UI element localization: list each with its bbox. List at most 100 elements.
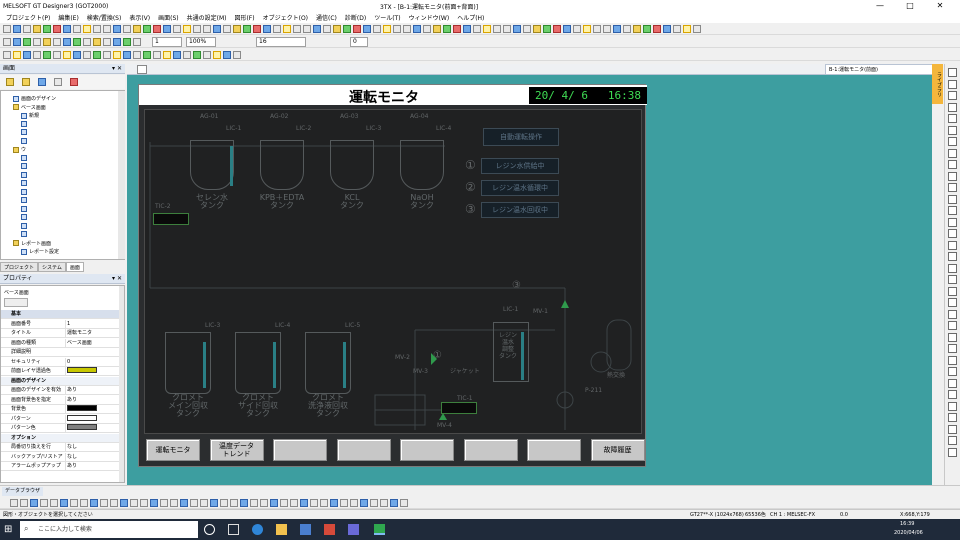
menu-item[interactable]: ツール(T) [370, 13, 404, 22]
toolbar-button-icon[interactable] [290, 499, 298, 507]
toolbar-button-icon[interactable] [83, 25, 91, 33]
toolbar-button-icon[interactable] [83, 38, 91, 46]
toolbar-button-icon[interactable] [473, 25, 481, 33]
left-panel-tab[interactable]: 画面 [65, 262, 84, 272]
toolbar-button-icon[interactable] [533, 25, 541, 33]
toolbar-button-icon[interactable] [163, 51, 171, 59]
toolbar-button-icon[interactable] [173, 25, 181, 33]
toolbar-button-icon[interactable] [13, 38, 21, 46]
toolbar-button-icon[interactable] [323, 25, 331, 33]
toolbar-button-icon[interactable] [683, 25, 691, 33]
toolbar-button-icon[interactable] [93, 38, 101, 46]
toolbar-button-icon[interactable] [370, 499, 378, 507]
maximize-button[interactable]: □ [900, 0, 920, 12]
toolbar-button-icon[interactable] [243, 25, 251, 33]
toolbar-button-icon[interactable] [313, 25, 321, 33]
figure-tool-icon[interactable] [948, 206, 957, 215]
toolbar-button-icon[interactable] [63, 38, 71, 46]
delete-screen-icon[interactable] [70, 78, 78, 86]
property-value[interactable]: 1 [65, 319, 119, 328]
property-value[interactable] [65, 367, 119, 376]
figure-tool-icon[interactable] [948, 355, 957, 365]
toolbar-button-icon[interactable] [93, 25, 101, 33]
menu-item[interactable]: 診断(D) [341, 13, 370, 22]
tree-item[interactable] [21, 120, 29, 127]
toolbar-button-icon[interactable] [40, 499, 48, 507]
figure-tool-icon[interactable] [948, 344, 957, 353]
menu-item[interactable]: 編集(E) [54, 13, 82, 22]
figure-tool-icon[interactable] [948, 137, 957, 146]
figure-tool-icon[interactable] [948, 79, 957, 89]
figure-tool-icon[interactable] [948, 401, 957, 411]
toolbar-button-icon[interactable] [340, 499, 348, 507]
tree-scrollbar[interactable] [118, 91, 125, 259]
property-value[interactable]: 運転モニタ [65, 329, 119, 337]
hmi-nav-button[interactable] [273, 439, 327, 461]
toolbar-button-icon[interactable] [143, 25, 151, 33]
property-row[interactable]: 画面背景色を指定 あり [1, 395, 119, 405]
figure-tool-icon[interactable] [948, 240, 957, 250]
toolbar-button-icon[interactable] [593, 25, 601, 33]
storage-tank[interactable] [190, 140, 234, 190]
property-value[interactable]: なし [65, 452, 119, 461]
toolbar-button-icon[interactable] [80, 499, 88, 507]
hmi-nav-button[interactable]: 運転モニタ [146, 439, 200, 461]
toolbar-button-icon[interactable] [173, 51, 181, 59]
toolbar-button-icon[interactable] [103, 51, 111, 59]
toolbar-button-icon[interactable] [43, 51, 51, 59]
toolbar-button-icon[interactable] [693, 25, 701, 33]
toolbar-button-icon[interactable] [623, 25, 631, 33]
toolbar-button-icon[interactable] [613, 25, 621, 33]
toolbar-button-icon[interactable] [190, 499, 198, 507]
tree-item[interactable] [21, 129, 29, 135]
toolbar-button-icon[interactable] [350, 499, 358, 507]
storage-tank[interactable] [330, 140, 374, 190]
toolbar-button-icon[interactable] [133, 51, 141, 59]
figure-tool-icon[interactable] [948, 68, 957, 77]
toolbar-button-icon[interactable] [270, 499, 278, 507]
figure-tool-icon[interactable] [948, 171, 957, 181]
property-row[interactable]: アラームポップアップ あり [1, 462, 119, 471]
toolbar-button-icon[interactable] [200, 499, 208, 507]
minimize-button[interactable]: — [870, 0, 890, 12]
toolbar-button-icon[interactable] [203, 25, 211, 33]
toolbar-button-icon[interactable] [353, 25, 361, 33]
menu-item[interactable]: 検索/置換(S) [83, 13, 126, 22]
toolbar-button-icon[interactable] [3, 25, 11, 33]
toolbar-button-icon[interactable] [543, 25, 551, 33]
figure-tool-icon[interactable] [948, 390, 957, 399]
toolbar-button-icon[interactable] [463, 25, 471, 33]
taskbar-search-input[interactable]: ここに入力して検索 [20, 521, 198, 538]
new-screen-icon[interactable] [6, 78, 14, 86]
property-row[interactable]: 背景色 [1, 405, 119, 414]
property-value[interactable]: あり [65, 395, 119, 404]
hmi-nav-button[interactable] [400, 439, 454, 461]
toolbar-button-icon[interactable] [213, 51, 221, 59]
step-status-button[interactable]: レジン温水回収中 [481, 202, 559, 218]
toolbar-button-icon[interactable] [20, 499, 28, 507]
figure-tool-icon[interactable] [948, 148, 957, 158]
toolbar-button-icon[interactable] [180, 499, 188, 507]
windows-start-icon[interactable]: ⊞ [4, 524, 15, 535]
property-row[interactable]: 画面のデザイン [1, 376, 119, 386]
toolbar-button-icon[interactable] [213, 25, 221, 33]
toolbar-button-icon[interactable] [300, 499, 308, 507]
tree-item[interactable]: レポート設定 [21, 248, 59, 255]
toolbar-button-icon[interactable] [113, 25, 121, 33]
toolbar-button-icon[interactable] [23, 51, 31, 59]
toolbar-button-icon[interactable] [113, 51, 121, 59]
tree-item[interactable] [21, 188, 29, 195]
property-row[interactable]: 画面のデザインを有効 あり [1, 386, 119, 395]
figure-tool-icon[interactable] [948, 447, 957, 457]
toolbar-button-icon[interactable] [633, 25, 641, 33]
toolbar-button-icon[interactable] [380, 499, 388, 507]
toolbar-button-icon[interactable] [320, 499, 328, 507]
toolbar-button-icon[interactable] [50, 499, 58, 507]
data-browser-tab[interactable]: データブラウザ [2, 487, 44, 496]
figure-tool-icon[interactable] [948, 436, 957, 445]
toolbar-button-icon[interactable] [43, 25, 51, 33]
toolbar-button-icon[interactable] [390, 499, 398, 507]
toolbar-button-icon[interactable] [103, 38, 111, 46]
toolbar-button-icon[interactable] [123, 38, 131, 46]
toolbar-button-icon[interactable] [3, 51, 11, 59]
